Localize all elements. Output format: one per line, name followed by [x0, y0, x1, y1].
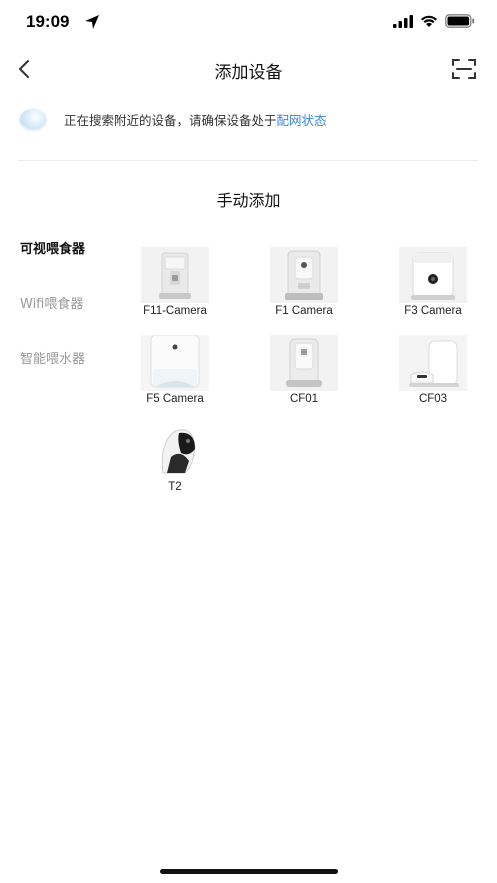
device-item[interactable]: F1 Camera	[259, 247, 349, 317]
category-item-water-feeder[interactable]: 智能喂水器	[20, 348, 120, 368]
home-indicator[interactable]	[160, 869, 338, 874]
device-label: F11-Camera	[143, 305, 207, 317]
device-label: CF01	[289, 393, 319, 405]
feeder-camera-icon	[141, 335, 209, 391]
scan-icon[interactable]	[451, 57, 477, 81]
searching-spinner-icon	[20, 109, 46, 129]
device-item[interactable]: F11-Camera	[130, 247, 220, 317]
manual-add-title: 手动添加	[216, 191, 281, 210]
feeder-camera-icon	[399, 247, 467, 303]
searching-status: 正在搜索附近的设备，请确保设备处于 配网状态	[20, 106, 480, 132]
device-item[interactable]: CF03	[388, 335, 478, 405]
feeder-camera-icon	[270, 247, 338, 303]
device-item[interactable]: F3 Camera	[388, 247, 478, 317]
feeder-icon	[270, 335, 338, 391]
battery-icon	[445, 14, 475, 28]
divider	[18, 160, 478, 161]
signal-icon	[393, 14, 413, 28]
category-item-wifi-feeder[interactable]: Wifi喂食器	[20, 293, 120, 313]
status-bar: 19:09	[0, 0, 497, 46]
wifi-icon	[421, 15, 437, 27]
pet-device-icon	[141, 423, 209, 479]
device-label: F1 Camera	[275, 305, 333, 317]
category-item-camera-feeder[interactable]: 可视喂食器	[20, 238, 120, 258]
device-item[interactable]: F5 Camera	[130, 335, 220, 405]
device-label: CF03	[418, 393, 448, 405]
page-title: 添加设备	[214, 63, 283, 83]
feeder-icon	[399, 335, 467, 391]
location-arrow-icon	[85, 15, 99, 29]
status-time: 19:09	[26, 12, 70, 31]
status-indicators	[393, 14, 475, 28]
nav-bar: 添加设备	[0, 46, 497, 92]
network-mode-link[interactable]: 配网状态	[277, 110, 327, 129]
searching-text: 正在搜索附近的设备，请确保设备处于	[64, 112, 277, 128]
device-label: T2	[168, 481, 182, 493]
category-list: 可视喂食器 Wifi喂食器 智能喂水器	[20, 238, 120, 403]
device-label: F3 Camera	[404, 305, 462, 317]
device-item[interactable]: T2	[130, 423, 220, 493]
device-item[interactable]: CF01	[259, 335, 349, 405]
feeder-camera-icon	[141, 247, 209, 303]
device-label: F5 Camera	[146, 393, 204, 405]
